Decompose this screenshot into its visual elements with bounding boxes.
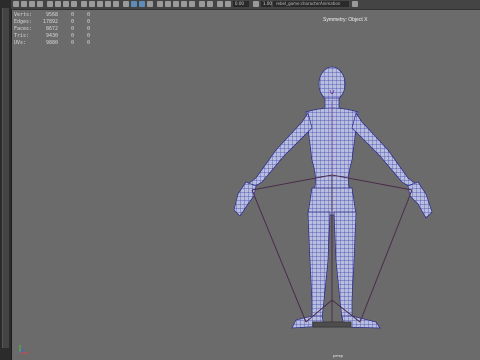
hud-value-total: 8672 bbox=[45, 25, 58, 32]
grid-icon[interactable] bbox=[47, 1, 53, 7]
use-default-material-icon[interactable] bbox=[97, 1, 103, 7]
anti-aliasing-icon[interactable] bbox=[181, 1, 187, 7]
shadows-icon[interactable] bbox=[131, 1, 137, 7]
hud-value-selected: 0 bbox=[70, 32, 74, 39]
hud-value-selected-extra: 0 bbox=[86, 18, 90, 25]
motion-blur-icon[interactable] bbox=[173, 1, 179, 7]
ambient-occlusion-icon[interactable] bbox=[165, 1, 171, 7]
hud-value-selected-extra: 0 bbox=[86, 39, 90, 46]
wireframe-on-shaded-icon[interactable] bbox=[105, 1, 111, 7]
hud-value-selected-extra: 0 bbox=[86, 25, 90, 32]
hud-value-total: 17892 bbox=[42, 18, 58, 25]
hud-value-total: 9568 bbox=[45, 11, 58, 18]
film-gate-icon[interactable] bbox=[55, 1, 61, 7]
left-dock-strip bbox=[0, 0, 12, 360]
xray-joints-icon[interactable] bbox=[147, 1, 153, 7]
hud-row-uvs: UVs: 9880 0 0 bbox=[14, 39, 90, 46]
depth-of-field-icon[interactable] bbox=[189, 1, 195, 7]
hud-label: UVs: bbox=[14, 39, 27, 46]
image-plane-icon[interactable] bbox=[37, 1, 43, 7]
gamma-icon[interactable] bbox=[207, 1, 213, 7]
textured-icon[interactable] bbox=[113, 1, 119, 7]
hud-row-verts: Verts: 9568 0 0 bbox=[14, 11, 90, 18]
exposure-icon[interactable] bbox=[199, 1, 205, 7]
hud-label: Verts: bbox=[14, 11, 33, 18]
view-axis-indicator bbox=[19, 345, 28, 354]
hud-value-selected-extra: 0 bbox=[86, 32, 90, 39]
bookmark-icon[interactable] bbox=[29, 1, 35, 7]
resolution-gate-icon[interactable] bbox=[63, 1, 69, 7]
view-transform-dropdown[interactable]: rebel_game:characterAnimation bbox=[273, 1, 349, 7]
wireframe-icon[interactable] bbox=[81, 1, 87, 7]
hud-value-selected: 0 bbox=[70, 25, 74, 32]
gamma-field-icon[interactable] bbox=[253, 1, 259, 7]
hud-value-total: 9880 bbox=[45, 39, 58, 46]
hud-label: Faces: bbox=[14, 25, 33, 32]
view-transform-icon[interactable] bbox=[225, 1, 231, 7]
xray-icon[interactable] bbox=[139, 1, 145, 7]
hud-row-edges: Edges: 17892 0 0 bbox=[14, 18, 90, 25]
skeleton-joints[interactable] bbox=[251, 174, 413, 328]
select-camera-icon[interactable] bbox=[13, 1, 19, 7]
gamma-field[interactable]: 1.00 bbox=[261, 1, 272, 7]
hud-value-selected: 0 bbox=[70, 11, 74, 18]
symmetry-status-label: Symmetry: Object X bbox=[323, 17, 368, 23]
isolate-select-icon[interactable] bbox=[157, 1, 163, 7]
hud-value-selected: 0 bbox=[70, 39, 74, 46]
hud-label: Edges: bbox=[14, 18, 33, 25]
hud-value-selected: 0 bbox=[70, 18, 74, 25]
maya-viewport-window: { "viewport": { "panel_dropdown": "rebel… bbox=[0, 0, 480, 360]
hud-row-faces: Faces: 8672 0 0 bbox=[14, 25, 90, 32]
vertical-scrollbar[interactable] bbox=[2, 8, 9, 348]
hud-value-selected-extra: 0 bbox=[86, 11, 90, 18]
hud-label: Tris: bbox=[14, 32, 30, 39]
camera-attributes-icon[interactable] bbox=[21, 1, 27, 7]
hud-row-tris: Tris: 9430 0 0 bbox=[14, 32, 90, 39]
panel-options-icon[interactable] bbox=[352, 1, 358, 7]
camera-name-label: persp bbox=[333, 353, 344, 358]
color-management-icon[interactable] bbox=[217, 1, 223, 7]
gate-mask-icon[interactable] bbox=[71, 1, 77, 7]
viewport-toolbar: 0.00 1.00 rebel_game:characterAnimation bbox=[11, 0, 480, 10]
poly-count-hud: Verts: 9568 0 0 Edges: 17892 0 0 Faces: … bbox=[14, 11, 90, 46]
hud-value-total: 9430 bbox=[45, 32, 58, 39]
exposure-field[interactable]: 0.00 bbox=[233, 1, 249, 7]
body-mesh[interactable] bbox=[233, 66, 433, 329]
character-mesh[interactable] bbox=[225, 60, 450, 335]
lights-icon[interactable] bbox=[123, 1, 129, 7]
smooth-shade-icon[interactable] bbox=[89, 1, 95, 7]
